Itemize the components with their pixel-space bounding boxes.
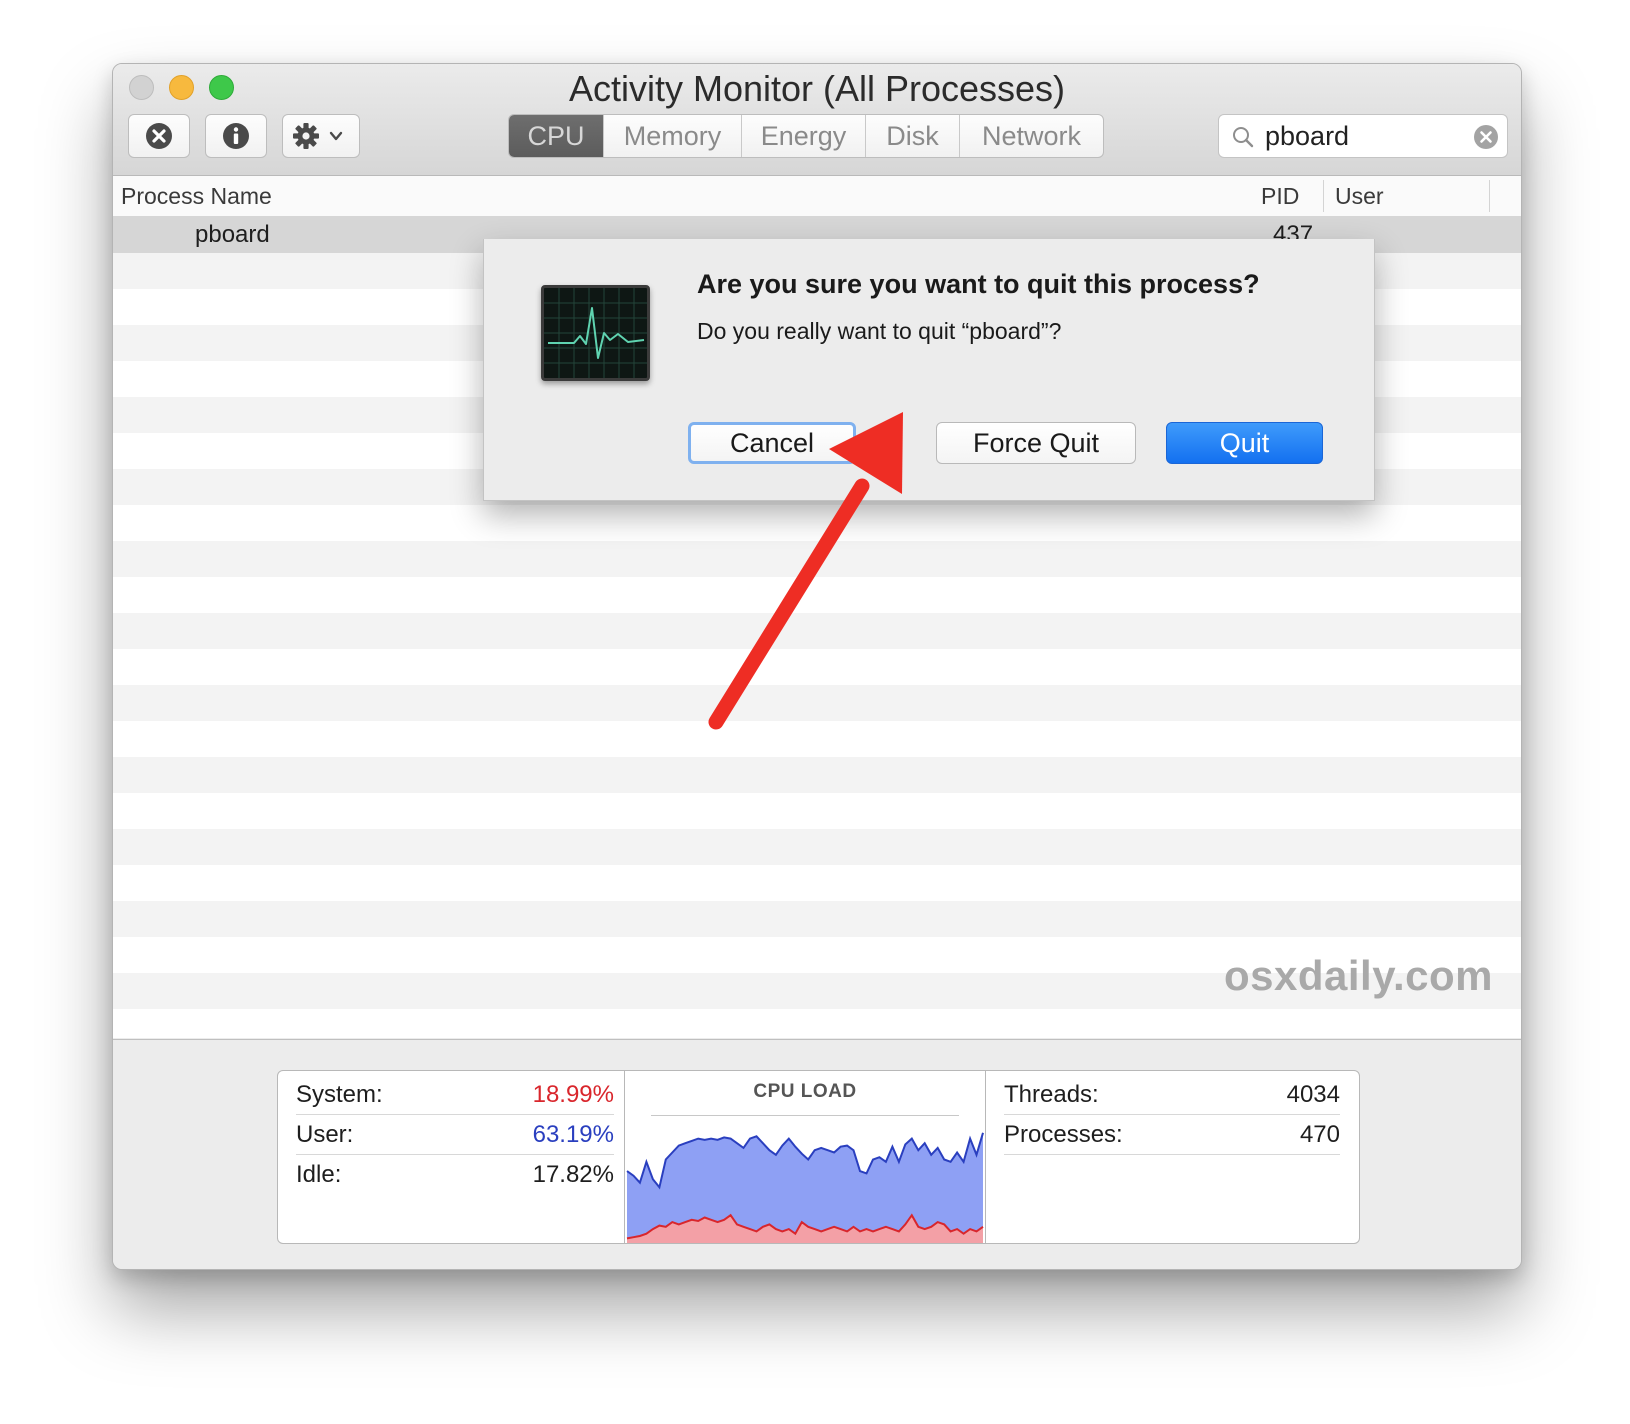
screenshot-stage: Activity Monitor (All Processes) CPU Mem… bbox=[0, 0, 1630, 1424]
red-arrow-icon bbox=[708, 412, 903, 730]
